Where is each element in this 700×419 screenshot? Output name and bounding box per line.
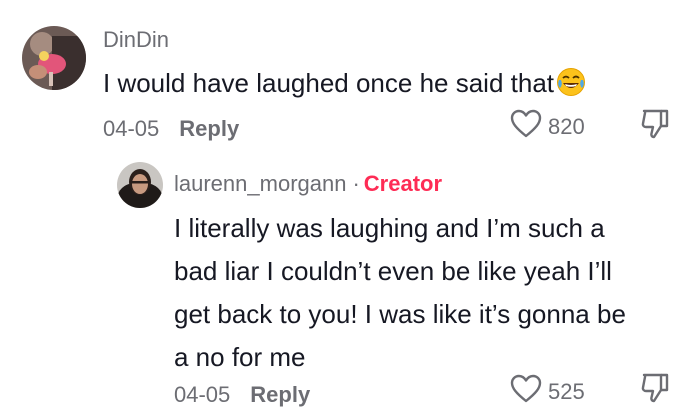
comment-text: I would have laughed once he said that [103, 62, 586, 105]
reply-text: I literally was laughing and I’m such a … [174, 207, 626, 379]
comment-text-body: I would have laughed once he said that [103, 68, 555, 98]
like-count: 525 [548, 379, 585, 404]
thumbs-down-icon [641, 373, 669, 403]
avatar-image [22, 26, 86, 90]
separator-dot: · [352, 171, 360, 196]
dislike-button[interactable] [640, 108, 670, 145]
like-button[interactable]: 820 [510, 109, 585, 145]
like-count: 820 [548, 114, 585, 139]
reply-comment-item: laurenn_morgann · Creator I literally was … [0, 150, 700, 419]
dislike-button[interactable] [640, 372, 670, 409]
reply-username-row: laurenn_morgann · Creator [174, 171, 442, 197]
avatar[interactable] [22, 26, 86, 90]
reply-text-line: I literally was laughing and I’m such a [174, 213, 605, 243]
thumbs-down-icon [641, 109, 669, 139]
reply-username[interactable]: laurenn_morgann [174, 171, 346, 196]
reply-text-line: get back to you! I was like it’s gonna b… [174, 299, 626, 329]
like-button[interactable]: 525 [510, 374, 585, 410]
reply-meta: 04-05 Reply [174, 382, 310, 408]
comment-username[interactable]: DinDin [103, 27, 169, 53]
comment-date: 04-05 [103, 116, 160, 141]
comment-meta: 04-05 Reply [103, 116, 239, 142]
reply-date: 04-05 [174, 382, 231, 407]
creator-badge: Creator [363, 171, 443, 196]
reply-text-line: bad liar I couldn’t even be like yeah I’… [174, 256, 612, 286]
avatar[interactable] [117, 162, 163, 208]
heart-outline-icon [510, 374, 542, 410]
reply-button[interactable]: Reply [179, 116, 239, 141]
face-with-tears-of-joy-icon [556, 67, 586, 97]
avatar-image [117, 162, 163, 208]
reply-button[interactable]: Reply [250, 382, 310, 407]
heart-outline-icon [510, 109, 542, 145]
comment-item: DinDin I would have laughed once he said… [0, 0, 700, 150]
reply-text-line: a no for me [174, 342, 306, 372]
